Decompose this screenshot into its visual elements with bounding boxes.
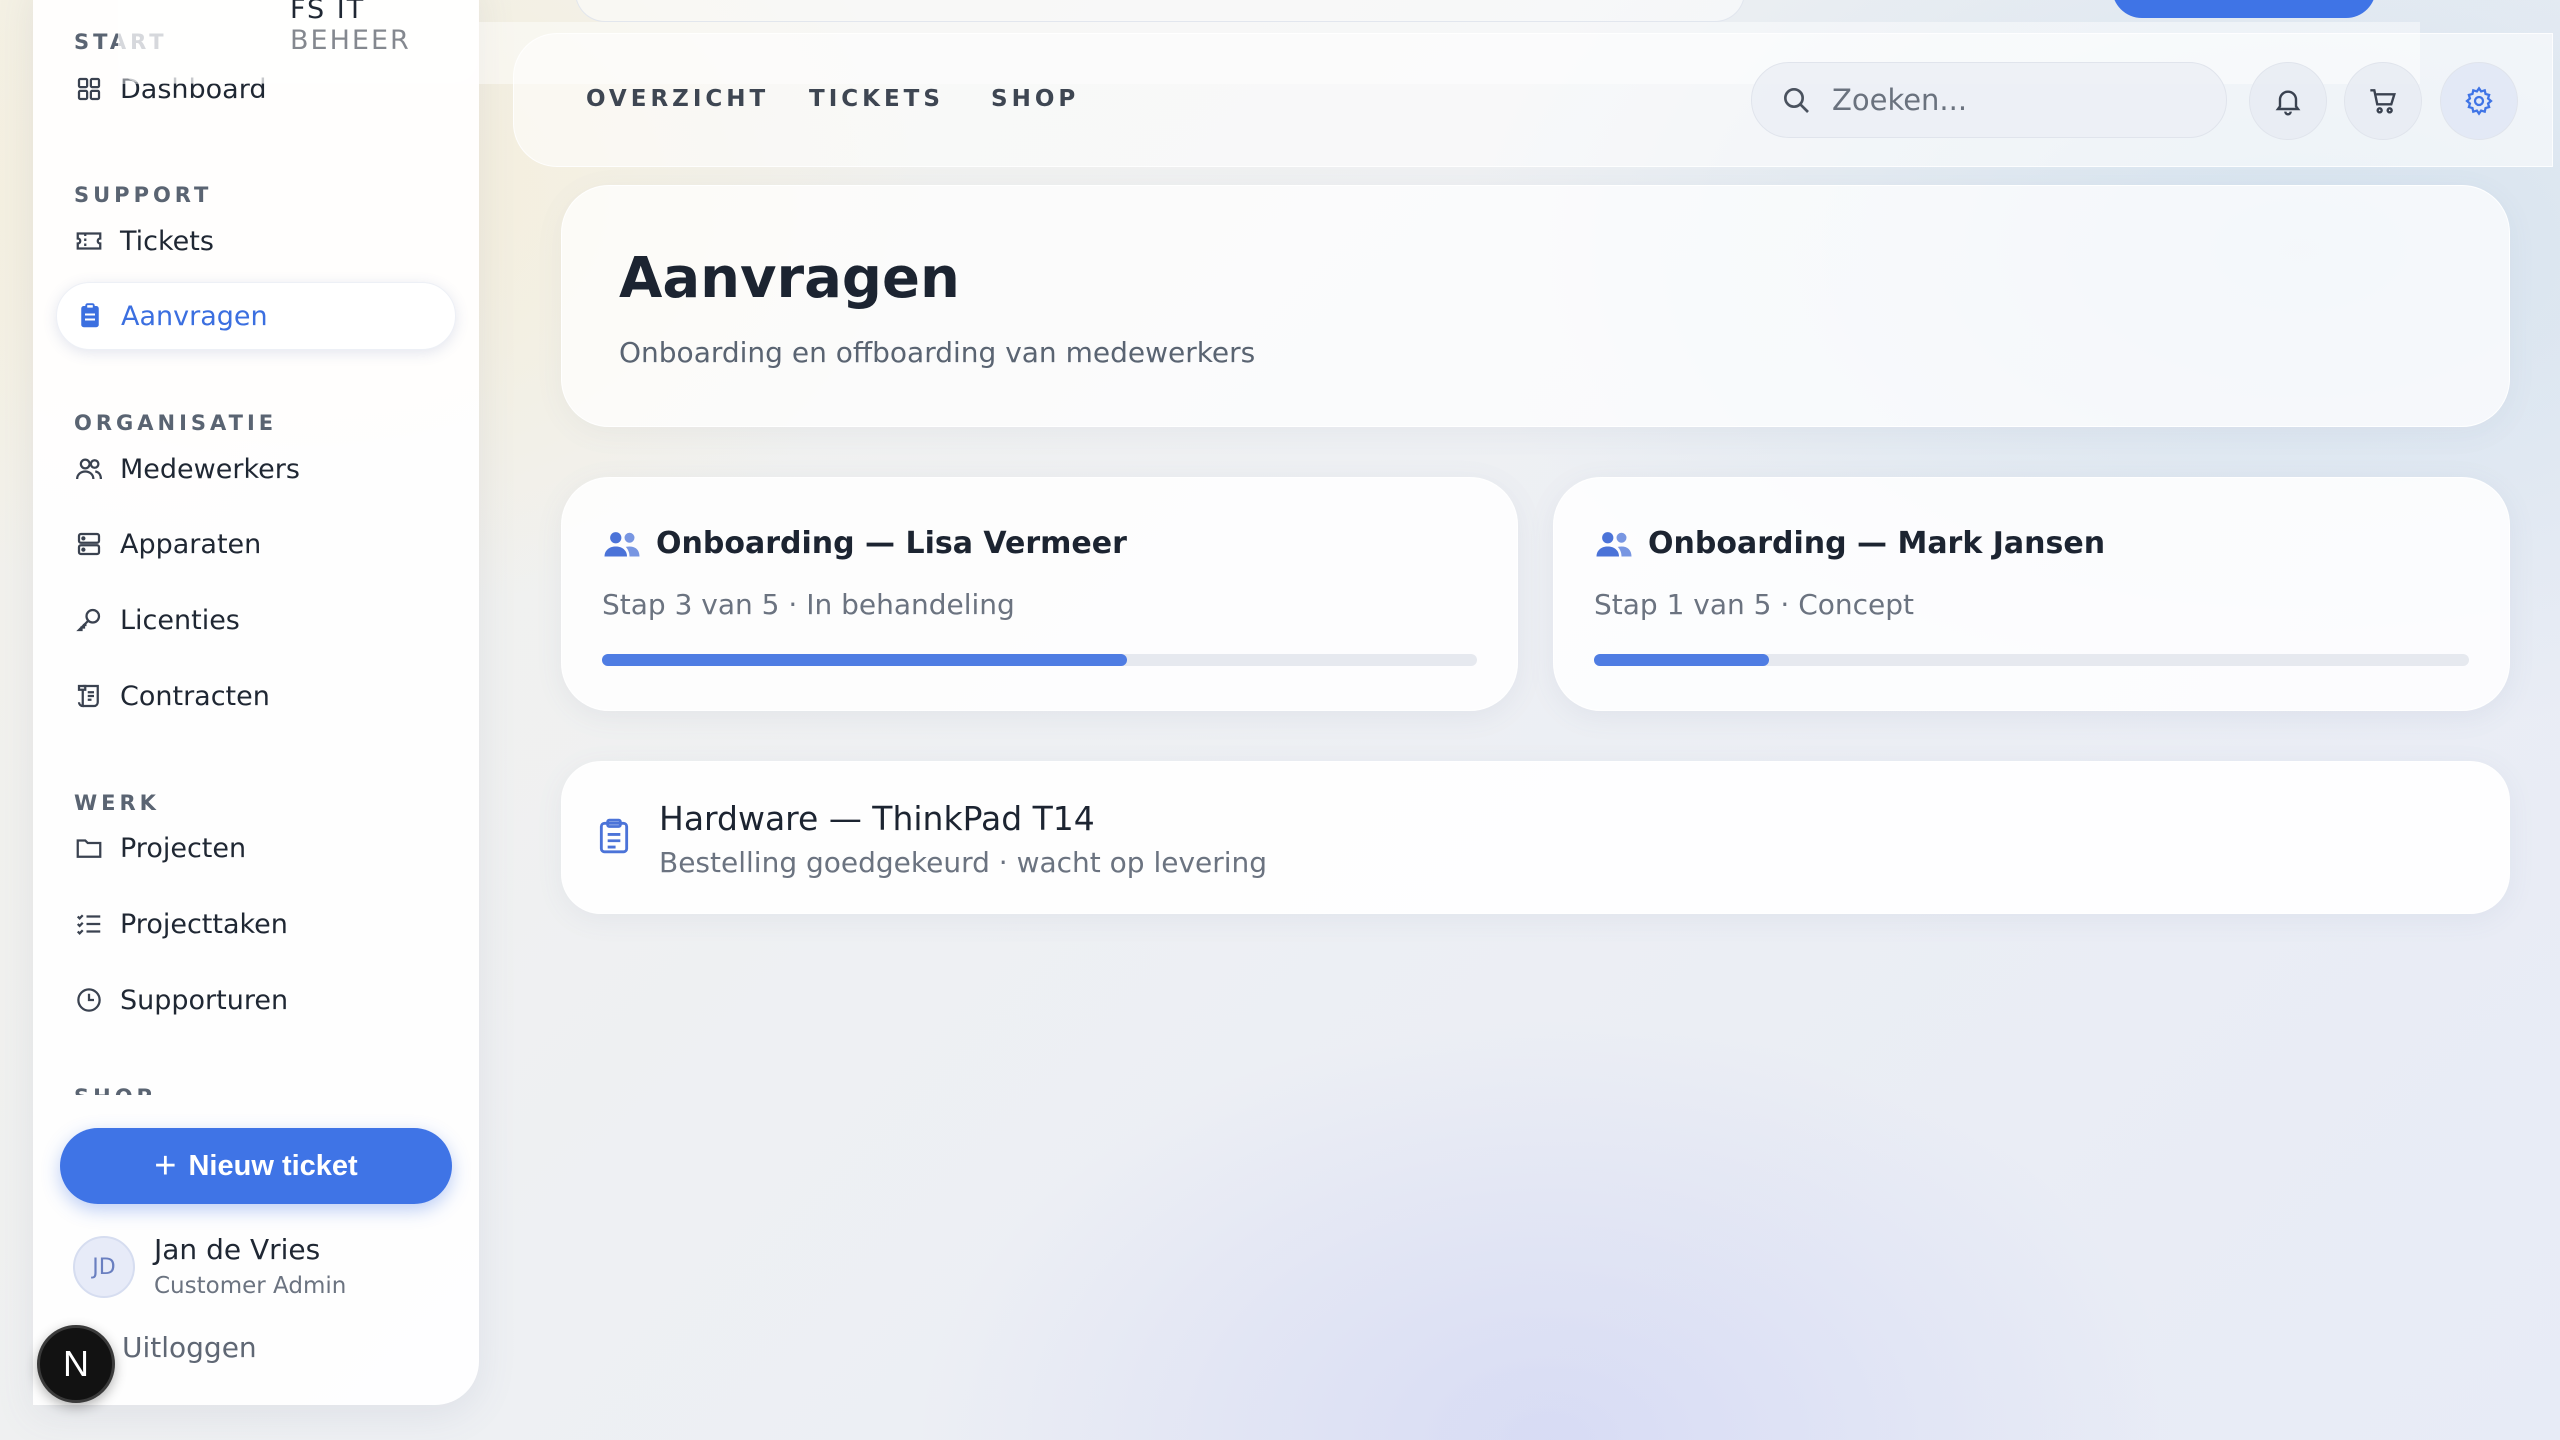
grid-icon — [77, 77, 101, 101]
tab-shop[interactable]: SHOP — [991, 86, 1079, 112]
sidebar-item-label: Contracten — [120, 680, 270, 712]
tab-tickets[interactable]: TICKETS — [809, 86, 944, 112]
users-icon — [76, 458, 102, 480]
cart-icon — [2370, 89, 2396, 114]
sidebar-item-label: Projecten — [120, 832, 247, 864]
sidebar-item-label: Supporturen — [120, 984, 289, 1016]
onboarding-card[interactable]: Onboarding — Lisa Vermeer Stap 3 van 5 ·… — [561, 477, 1518, 711]
sidebar-item-label: Apparaten — [120, 528, 262, 560]
page-subtitle: Onboarding en offboarding van medewerker… — [619, 336, 1256, 369]
sidebar-item-contracten[interactable]: Contracten — [56, 662, 456, 730]
checklist-icon — [76, 914, 101, 935]
onboarding-status: Stap 3 van 5 · In behandeling — [602, 588, 1015, 621]
sidebar-item-label: Licenties — [120, 604, 240, 636]
search-input[interactable] — [1832, 83, 2212, 117]
sidebar-item-tickets[interactable]: Tickets — [56, 207, 456, 275]
sidebar-item-licenties[interactable]: Licenties — [56, 586, 456, 654]
sidebar-item-projecten[interactable]: Projecten — [56, 814, 456, 882]
user-name: Jan de Vries — [154, 1233, 321, 1266]
plus-icon: + — [154, 1145, 177, 1187]
progress-fill — [602, 654, 1127, 666]
new-ticket-button[interactable]: + Nieuw ticket — [60, 1128, 452, 1204]
onboarding-card-header: Onboarding — Lisa Vermeer — [602, 526, 1127, 561]
onboarding-card[interactable]: Onboarding — Mark Jansen Stap 1 van 5 · … — [1553, 477, 2510, 711]
dev-tools-badge[interactable]: N — [37, 1325, 115, 1403]
scroll-icon — [77, 684, 99, 708]
server-icon — [77, 532, 101, 556]
sidebar-item-label: Tickets — [120, 225, 214, 257]
progress-bar — [602, 654, 1477, 666]
sidebar-item-supporturen[interactable]: Supporturen — [56, 966, 456, 1034]
scrolled-header-ghost — [575, 0, 1745, 22]
tab-overzicht[interactable]: OVERZICHT — [586, 86, 769, 112]
sidebar-item-label: Aanvragen — [121, 300, 268, 332]
notifications-button[interactable] — [2249, 62, 2327, 140]
users-icon — [604, 531, 640, 556]
key-icon — [76, 608, 101, 632]
sidebar-section-shop: SHOP — [74, 1085, 156, 1095]
hardware-status: Bestelling goedgekeurd · wacht op leveri… — [659, 846, 1268, 879]
sidebar-item-label: Medewerkers — [120, 453, 300, 485]
hardware-title: Hardware — ThinkPad T14 — [659, 799, 1095, 838]
onboarding-title: Onboarding — Mark Jansen — [1648, 526, 2106, 561]
gear-icon — [2465, 86, 2493, 116]
sidebar-item-projecttaken[interactable]: Projecttaken — [56, 890, 456, 958]
cart-button[interactable] — [2344, 62, 2422, 140]
sidebar-section-support: SUPPORT — [74, 183, 213, 207]
search-icon — [1784, 88, 1809, 113]
page-title: Aanvragen — [619, 246, 960, 311]
onboarding-title: Onboarding — Lisa Vermeer — [656, 526, 1127, 561]
folder-icon — [76, 839, 102, 858]
user-role: Customer Admin — [154, 1273, 347, 1299]
sidebar-item-medewerkers[interactable]: Medewerkers — [56, 435, 456, 503]
sidebar-item-aanvragen[interactable]: Aanvragen — [56, 282, 456, 350]
sidebar-item-label: Projecttaken — [120, 908, 288, 940]
onboarding-card-header: Onboarding — Mark Jansen — [1594, 526, 2105, 561]
progress-bar — [1594, 654, 2469, 666]
bell-icon — [2275, 90, 2301, 116]
logout-link[interactable]: Uitloggen — [122, 1331, 257, 1364]
settings-button[interactable] — [2440, 62, 2518, 140]
sidebar-section-werk: WERK — [74, 791, 160, 815]
users-icon — [1596, 531, 1632, 556]
sidebar-item-apparaten[interactable]: Apparaten — [56, 510, 456, 578]
clipboard-icon — [81, 303, 99, 328]
sidebar-section-organisatie: ORGANISATIE — [74, 411, 278, 435]
ticket-icon — [76, 232, 102, 250]
top-nav: OVERZICHT TICKETS SHOP — [513, 33, 2553, 167]
page-header-card: Aanvragen Onboarding en offboarding van … — [561, 185, 2510, 427]
new-ticket-label: Nieuw ticket — [188, 1149, 358, 1182]
clock-icon — [77, 988, 101, 1012]
clipboard-icon — [599, 818, 629, 854]
hardware-request-card[interactable]: Hardware — ThinkPad T14 Bestelling goedg… — [561, 761, 2510, 914]
progress-fill — [1594, 654, 1769, 666]
sidebar: START Dashboard SUPPORT Tickets Aanvrage… — [33, 0, 479, 1405]
search-box — [1751, 62, 2227, 138]
scrolled-header-button-ghost — [2112, 0, 2376, 18]
onboarding-status: Stap 1 van 5 · Concept — [1594, 588, 1914, 621]
avatar[interactable]: JD — [73, 1236, 135, 1298]
